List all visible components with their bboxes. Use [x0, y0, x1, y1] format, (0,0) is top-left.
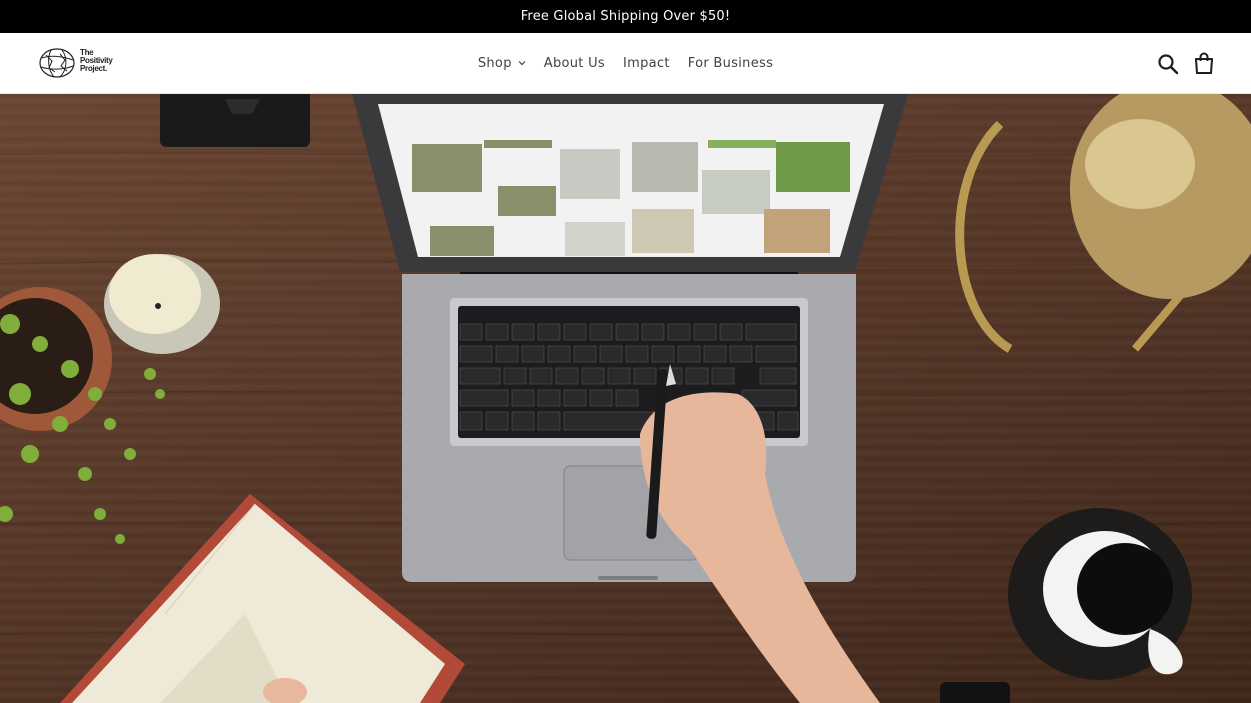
logo-line-3: Project.	[80, 64, 107, 73]
logo-wordmark: The Positivity Project.	[80, 49, 114, 73]
nav-item-shop[interactable]: Shop	[469, 56, 535, 71]
nav-about-label: About Us	[543, 55, 606, 71]
lamp-object	[955, 94, 1251, 353]
main-nav: Shop About Us Impact For Business	[0, 33, 1251, 93]
cart-button[interactable]	[1193, 51, 1215, 75]
nav-item-impact[interactable]: Impact	[614, 56, 679, 71]
cart-icon	[1195, 52, 1213, 74]
phone-object	[940, 682, 1010, 703]
search-icon	[1158, 54, 1179, 75]
speaker-object	[160, 94, 310, 147]
hero-banner[interactable]	[0, 94, 1251, 703]
search-button[interactable]	[1157, 53, 1179, 75]
announcement-link[interactable]: Free Global Shipping Over $50!	[521, 9, 731, 24]
site-header: The Positivity Project. Shop About Us Im…	[0, 33, 1251, 94]
laptop-object	[352, 94, 908, 582]
globe-logo-icon	[39, 48, 75, 78]
nav-shop-label: Shop	[477, 55, 512, 71]
hero-image	[0, 94, 1251, 703]
candle-object	[104, 254, 220, 354]
site-logo[interactable]: The Positivity Project.	[38, 46, 114, 80]
nav-impact-label: Impact	[623, 55, 670, 71]
nav-business-label: For Business	[687, 55, 774, 71]
nav-item-for-business[interactable]: For Business	[679, 56, 782, 71]
announcement-bar: Free Global Shipping Over $50!	[0, 0, 1251, 33]
chevron-down-icon	[518, 61, 526, 66]
nav-item-about-us[interactable]: About Us	[535, 56, 614, 71]
coffee-cup-object	[1008, 508, 1192, 680]
